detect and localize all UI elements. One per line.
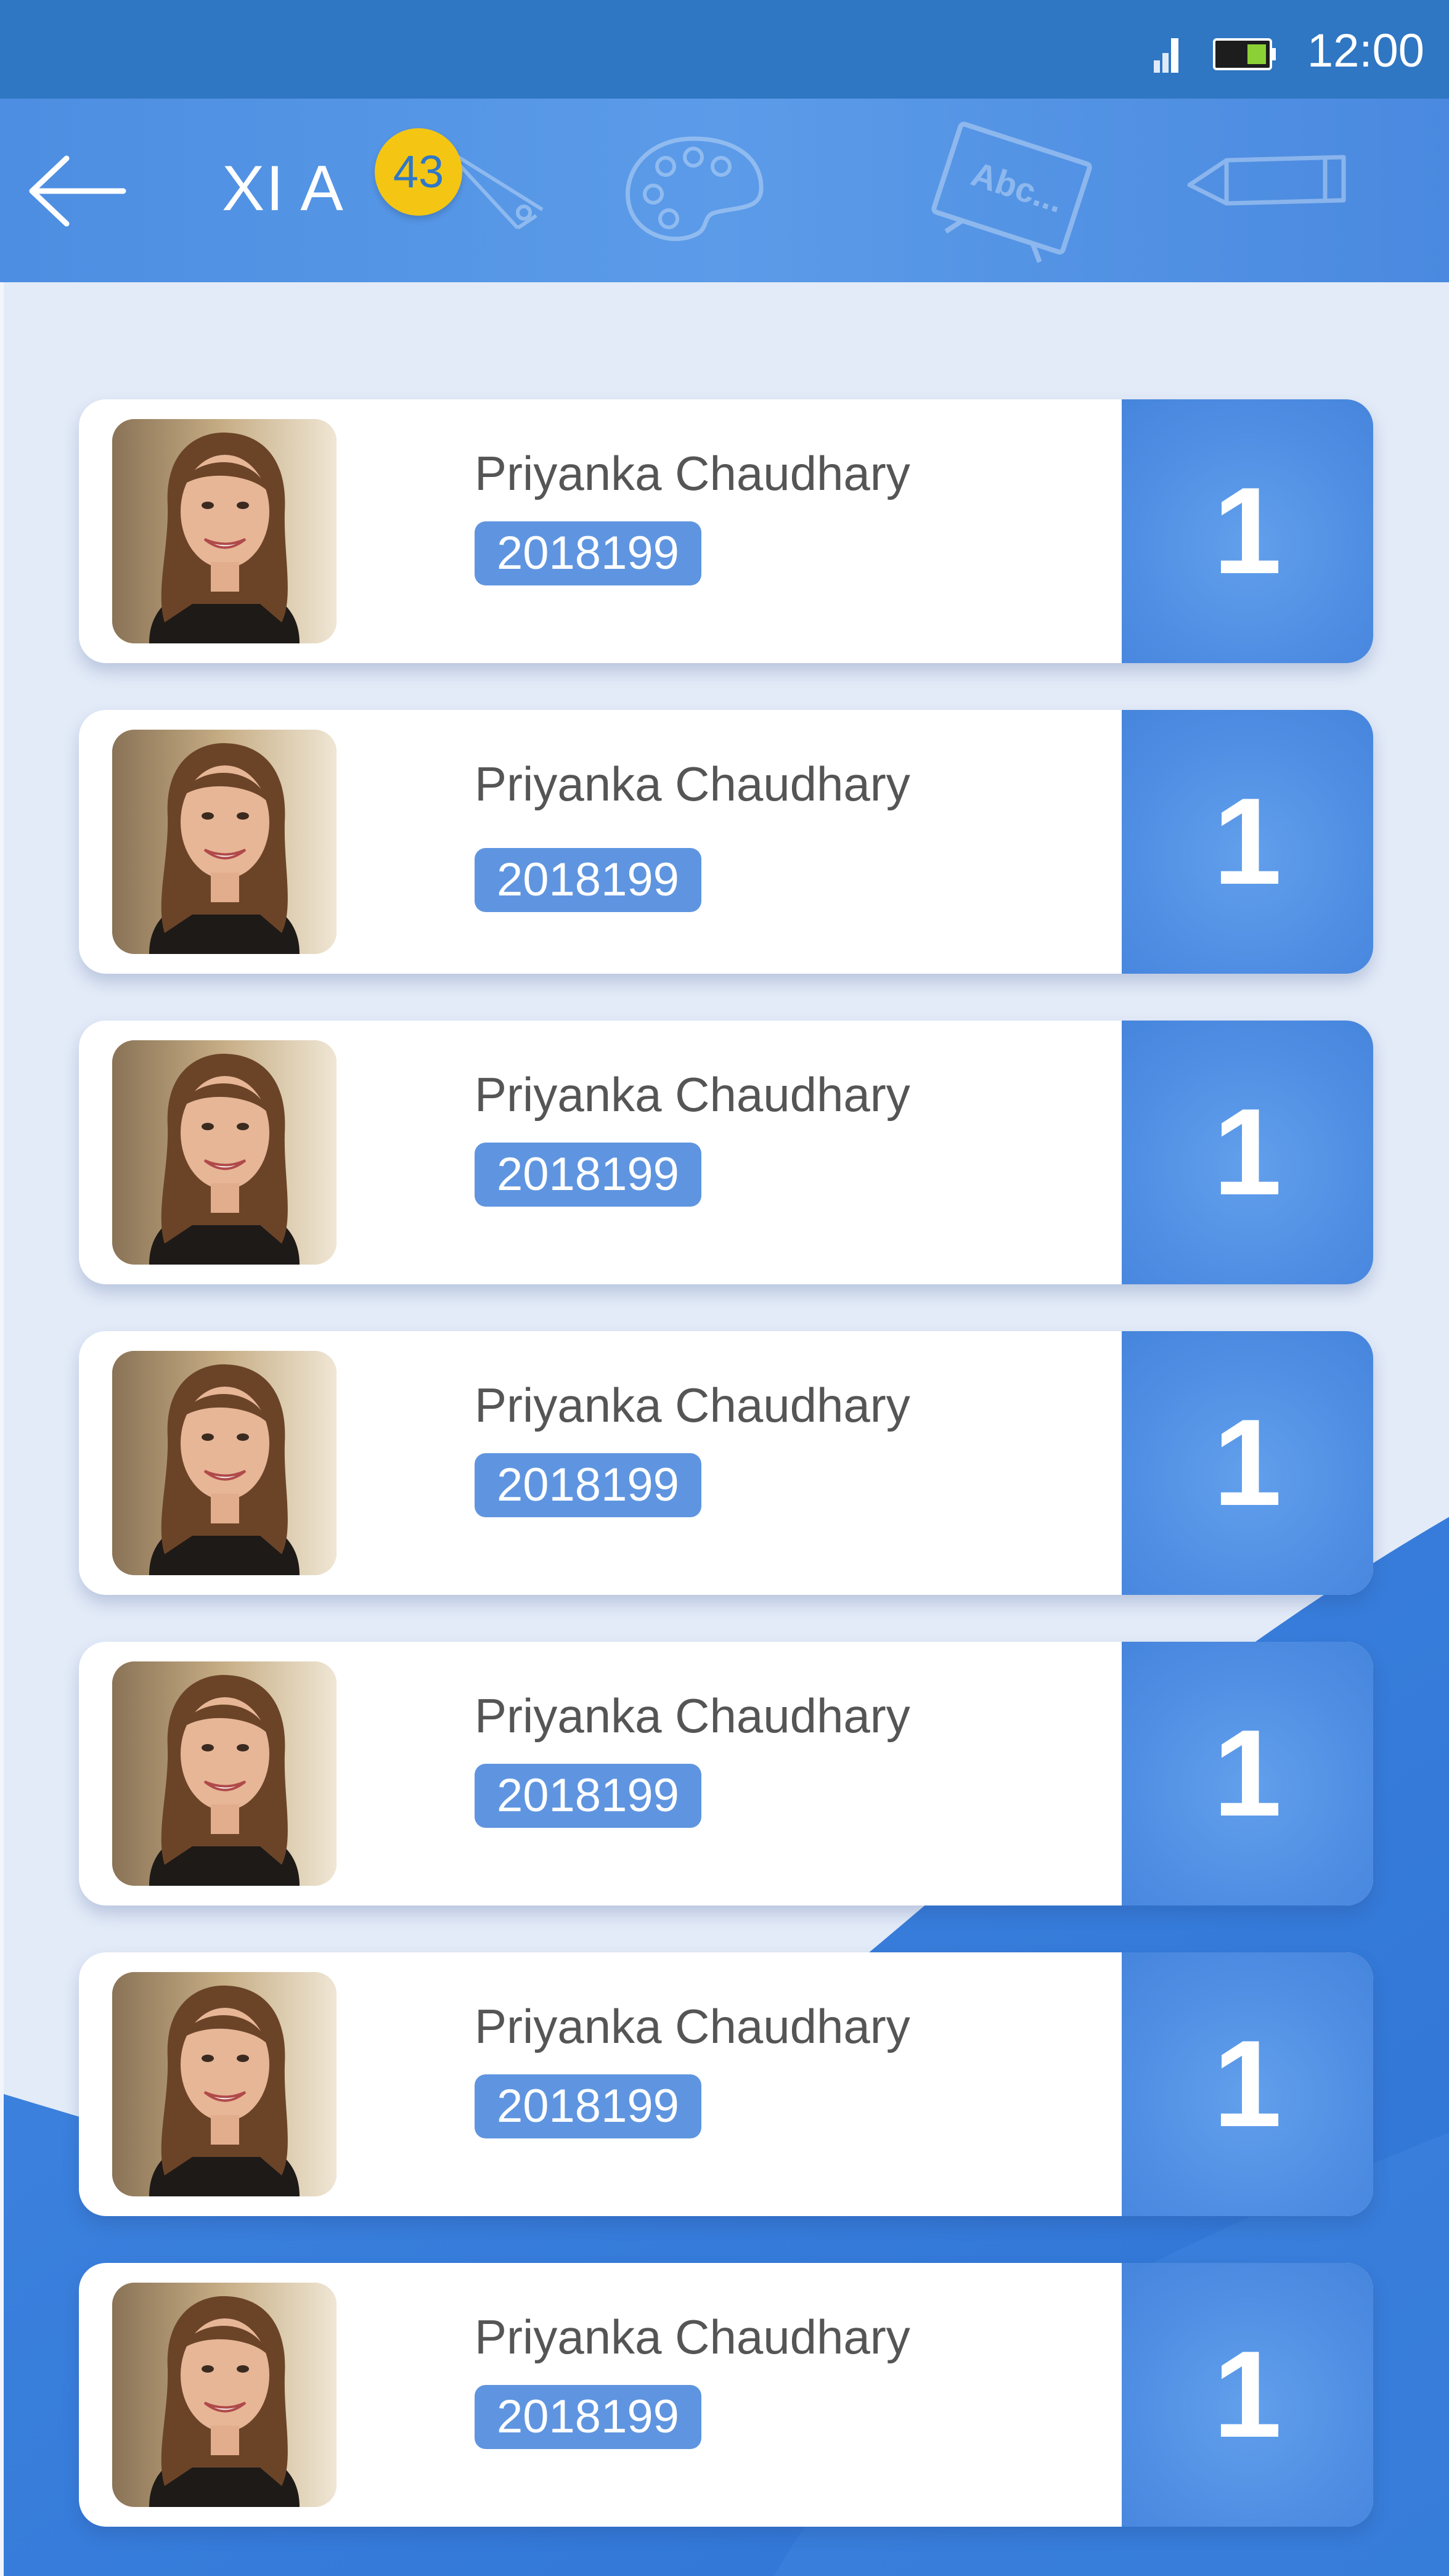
student-card[interactable]: Priyanka Chaudhary 2018199 1 [79,399,1373,663]
student-id-badge: 2018199 [475,1143,701,1207]
student-name: Priyanka Chaudhary [475,757,910,811]
roll-number-panel[interactable]: 1 [1122,1331,1373,1595]
student-avatar [112,1351,337,1575]
student-avatar [112,730,337,954]
student-avatar [112,2283,337,2507]
student-avatar [112,419,337,643]
student-card[interactable]: Priyanka Chaudhary 2018199 1 [79,2263,1373,2527]
roll-number: 1 [1213,2326,1282,2463]
student-avatar [112,1040,337,1265]
student-card[interactable]: Priyanka Chaudhary 2018199 1 [79,1642,1373,1906]
student-name: Priyanka Chaudhary [475,1689,910,1743]
student-card[interactable]: Priyanka Chaudhary 2018199 1 [79,1021,1373,1284]
student-card[interactable]: Priyanka Chaudhary 2018199 1 [79,710,1373,974]
student-card[interactable]: Priyanka Chaudhary 2018199 1 [79,1952,1373,2216]
student-name: Priyanka Chaudhary [475,1999,910,2053]
roll-number: 1 [1213,1705,1282,1842]
student-id-badge: 2018199 [475,848,701,912]
student-card[interactable]: Priyanka Chaudhary 2018199 1 [79,1331,1373,1595]
student-name: Priyanka Chaudhary [475,2310,910,2364]
roll-number-panel[interactable]: 1 [1122,2263,1373,2527]
student-avatar [112,1661,337,1886]
roll-number-panel[interactable]: 1 [1122,1642,1373,1906]
roll-number: 1 [1213,2015,1282,2153]
roll-number: 1 [1213,462,1282,600]
roll-number: 1 [1213,1083,1282,1221]
student-id-badge: 2018199 [475,521,701,585]
roll-number: 1 [1213,1394,1282,1531]
roll-number-panel[interactable]: 1 [1122,399,1373,663]
roll-number-panel[interactable]: 1 [1122,1021,1373,1284]
student-name: Priyanka Chaudhary [475,446,910,500]
roll-number-panel[interactable]: 1 [1122,710,1373,974]
student-id-badge: 2018199 [475,1764,701,1828]
roll-number-panel[interactable]: 1 [1122,1952,1373,2216]
student-name: Priyanka Chaudhary [475,1378,910,1432]
student-list: Priyanka Chaudhary 2018199 1 Priyanka Ch… [0,0,1449,2576]
student-name: Priyanka Chaudhary [475,1067,910,1122]
student-avatar [112,1972,337,2196]
student-id-badge: 2018199 [475,2074,701,2138]
student-id-badge: 2018199 [475,1453,701,1517]
student-id-badge: 2018199 [475,2385,701,2449]
roll-number: 1 [1213,773,1282,910]
